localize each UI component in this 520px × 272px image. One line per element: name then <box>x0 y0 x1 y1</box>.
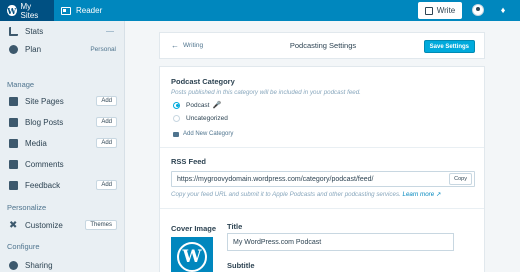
feedback-icon <box>9 180 18 190</box>
plan-value: Personal <box>90 45 116 53</box>
category-option-podcast[interactable]: Podcast 🎤 <box>173 101 221 109</box>
write-icon <box>424 6 433 15</box>
comments-icon <box>9 159 18 169</box>
add-feedback-button[interactable]: Add <box>96 180 117 190</box>
my-sites-button[interactable]: W My Sites <box>0 0 54 21</box>
sharing-icon <box>9 260 18 270</box>
write-button[interactable]: Write <box>418 2 462 19</box>
cover-image-label: Cover Image <box>171 224 217 233</box>
rss-feed-url: https://mygroovydomain.wordpress.com/cat… <box>177 175 374 183</box>
sidebar-item-media[interactable]: Media Add <box>0 133 125 153</box>
rss-feed-title: RSS Feed <box>171 157 207 166</box>
themes-button[interactable]: Themes <box>85 220 117 230</box>
category-option-uncategorized[interactable]: Uncategorized <box>173 115 228 122</box>
learn-more-link[interactable]: Learn more ↗ <box>403 191 442 198</box>
customize-icon: ✖ <box>9 219 18 231</box>
sidebar-item-site-pages[interactable]: Site Pages Add <box>0 91 125 111</box>
folder-icon <box>173 131 179 137</box>
back-button[interactable]: ← Writing <box>171 41 203 50</box>
rss-feed-help: Copy your feed URL and submit it to Appl… <box>171 191 441 198</box>
microphone-icon: 🎤 <box>212 102 222 109</box>
rss-feed-help-text: Copy your feed URL and submit it to Appl… <box>171 191 401 198</box>
manage-heading: Manage <box>7 80 35 89</box>
reader-icon <box>61 6 71 15</box>
podcast-category-title: Podcast Category <box>171 77 235 86</box>
add-media-button[interactable]: Add <box>96 138 117 148</box>
rss-feed-url-field[interactable]: https://mygroovydomain.wordpress.com/cat… <box>171 171 475 187</box>
settings-header: ← Writing Podcasting Settings Save Setti… <box>159 32 485 59</box>
pages-icon <box>9 96 18 106</box>
sidebar-item-blog-posts[interactable]: Blog Posts Add <box>0 112 125 132</box>
arrow-left-icon: ← <box>171 41 179 50</box>
divider <box>160 208 484 209</box>
podcast-category-help: Posts published in this category will be… <box>171 89 361 96</box>
radio-unselected[interactable] <box>173 115 180 122</box>
sidebar-item-label: Feedback <box>25 180 61 190</box>
personalize-heading: Personalize <box>7 203 47 212</box>
sidebar-item-plan[interactable]: Plan Personal <box>0 39 125 59</box>
cover-image[interactable]: W <box>171 237 213 272</box>
sidebar: Stats Plan Personal Manage Site Pages Ad… <box>0 21 125 272</box>
wordpress-logo-icon: W <box>7 5 17 16</box>
title-field[interactable]: My WordPress.com Podcast <box>227 233 454 251</box>
back-label: Writing <box>183 42 204 49</box>
avatar[interactable] <box>472 4 484 16</box>
learn-more-label: Learn more <box>402 191 435 198</box>
notifications-icon[interactable]: ♦ <box>498 5 508 15</box>
sidebar-item-label: Plan <box>25 44 42 54</box>
sidebar-item-comments[interactable]: Comments <box>0 154 125 174</box>
reader-button[interactable]: Reader <box>54 0 109 21</box>
sidebar-item-label: Blog Posts <box>25 117 64 127</box>
sidebar-item-label: Media <box>25 138 47 148</box>
subtitle-label: Subtitle <box>227 261 255 270</box>
my-sites-label: My Sites <box>20 1 39 20</box>
plan-icon <box>9 44 18 54</box>
sidebar-item-sharing[interactable]: Sharing <box>0 255 125 272</box>
add-post-button[interactable]: Add <box>96 117 117 127</box>
sidebar-item-label: Site Pages <box>25 96 64 106</box>
divider <box>160 147 484 148</box>
stats-icon <box>9 26 18 36</box>
add-new-category-label: Add New Category <box>183 131 234 137</box>
masterbar: W My Sites Reader Write ♦ <box>0 0 520 21</box>
sidebar-item-customize[interactable]: ✖ Customize Themes <box>0 215 125 235</box>
category-option-label: Uncategorized <box>186 115 228 122</box>
settings-form: Podcast Category Posts published in this… <box>159 66 485 272</box>
add-new-category-button[interactable]: Add New Category <box>173 131 233 137</box>
write-label: Write <box>436 6 456 15</box>
sidebar-item-feedback[interactable]: Feedback Add <box>0 175 125 195</box>
wordpress-logo-icon: W <box>177 242 207 272</box>
reader-label: Reader <box>76 6 103 15</box>
sidebar-item-stats[interactable]: Stats <box>0 21 125 41</box>
category-option-label: Podcast <box>186 101 210 109</box>
sparkline-icon <box>106 30 114 32</box>
posts-icon <box>9 117 18 127</box>
sidebar-item-label: Comments <box>25 159 64 169</box>
sidebar-item-label: Stats <box>25 26 44 36</box>
media-icon <box>9 138 18 148</box>
copy-button[interactable]: Copy <box>449 173 472 185</box>
sidebar-item-label: Sharing <box>25 260 53 270</box>
save-settings-button[interactable]: Save Settings <box>423 40 475 53</box>
sidebar-item-label: Customize <box>25 220 63 230</box>
radio-selected[interactable] <box>173 101 180 109</box>
title-label: Title <box>227 222 243 231</box>
configure-heading: Configure <box>7 242 40 251</box>
add-page-button[interactable]: Add <box>96 96 117 106</box>
